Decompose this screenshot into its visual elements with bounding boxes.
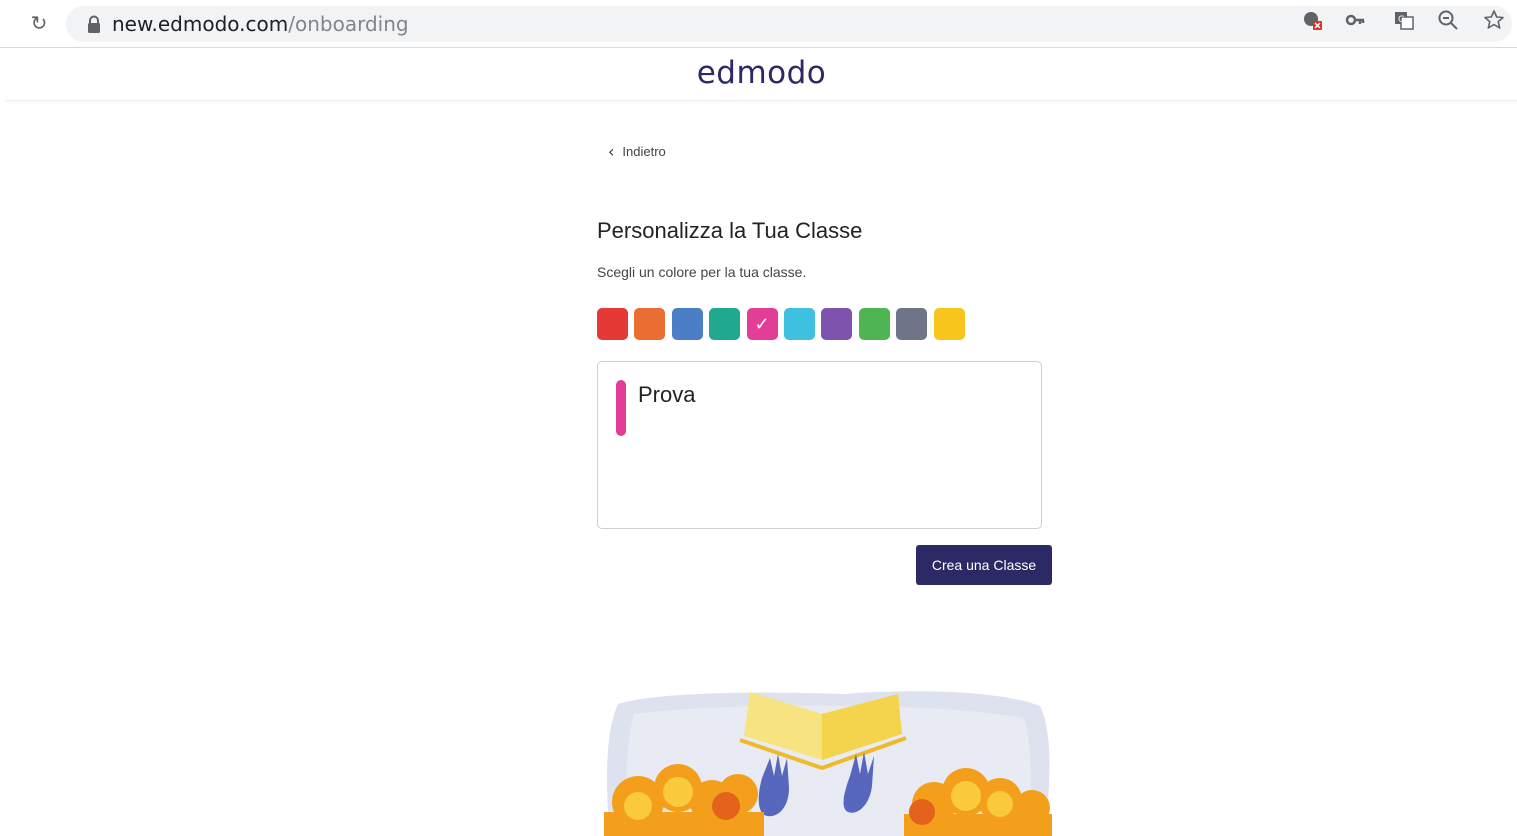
class-color-bar	[616, 380, 626, 436]
lock-icon	[88, 15, 100, 33]
url-text: new.edmodo.com/onboarding	[112, 14, 409, 34]
color-swatch-red[interactable]	[597, 308, 628, 340]
color-swatch-green[interactable]	[858, 308, 890, 340]
check-icon: ✓	[754, 313, 770, 335]
color-swatch-light-blue[interactable]	[783, 308, 815, 340]
address-bar[interactable]: new.edmodo.com/onboarding	[66, 6, 1512, 42]
translate-icon[interactable]: G	[1393, 9, 1415, 31]
classroom-illustration	[604, 691, 1052, 836]
back-label: Indietro	[622, 143, 666, 159]
url-path: /onboarding	[288, 12, 409, 36]
class-name: Prova	[638, 382, 696, 407]
reload-icon[interactable]: ↻	[26, 10, 52, 36]
color-swatch-pink[interactable]: ✓	[746, 308, 778, 340]
color-swatch-teal[interactable]	[709, 308, 741, 340]
back-link[interactable]: ‹ Indietro	[608, 141, 666, 161]
create-class-button[interactable]: Crea una Classe	[916, 545, 1052, 585]
color-picker: ✓	[597, 308, 971, 340]
class-preview-card: Prova	[597, 361, 1042, 529]
url-host: new.edmodo.com	[112, 12, 289, 36]
svg-text:G: G	[1398, 15, 1405, 25]
edmodo-logo[interactable]: edmodo	[6, 55, 1517, 91]
color-swatch-orange[interactable]	[634, 308, 666, 340]
star-icon[interactable]	[1483, 9, 1505, 31]
color-swatch-yellow[interactable]	[933, 308, 965, 340]
key-icon[interactable]	[1344, 9, 1366, 31]
browser-toolbar: ↻ new.edmodo.com/onboarding G	[0, 0, 1517, 48]
page-subtitle: Scegli un colore per la tua classe.	[597, 264, 807, 280]
color-swatch-gray[interactable]	[896, 308, 928, 340]
blocked-cookie-icon[interactable]	[1301, 9, 1323, 31]
color-swatch-blue[interactable]	[671, 308, 703, 340]
zoom-icon[interactable]	[1437, 9, 1459, 31]
page-title: Personalizza la Tua Classe	[597, 218, 863, 243]
site-header: edmodo	[6, 49, 1517, 101]
chevron-left-icon: ‹	[608, 141, 615, 161]
color-swatch-purple[interactable]	[821, 308, 853, 340]
